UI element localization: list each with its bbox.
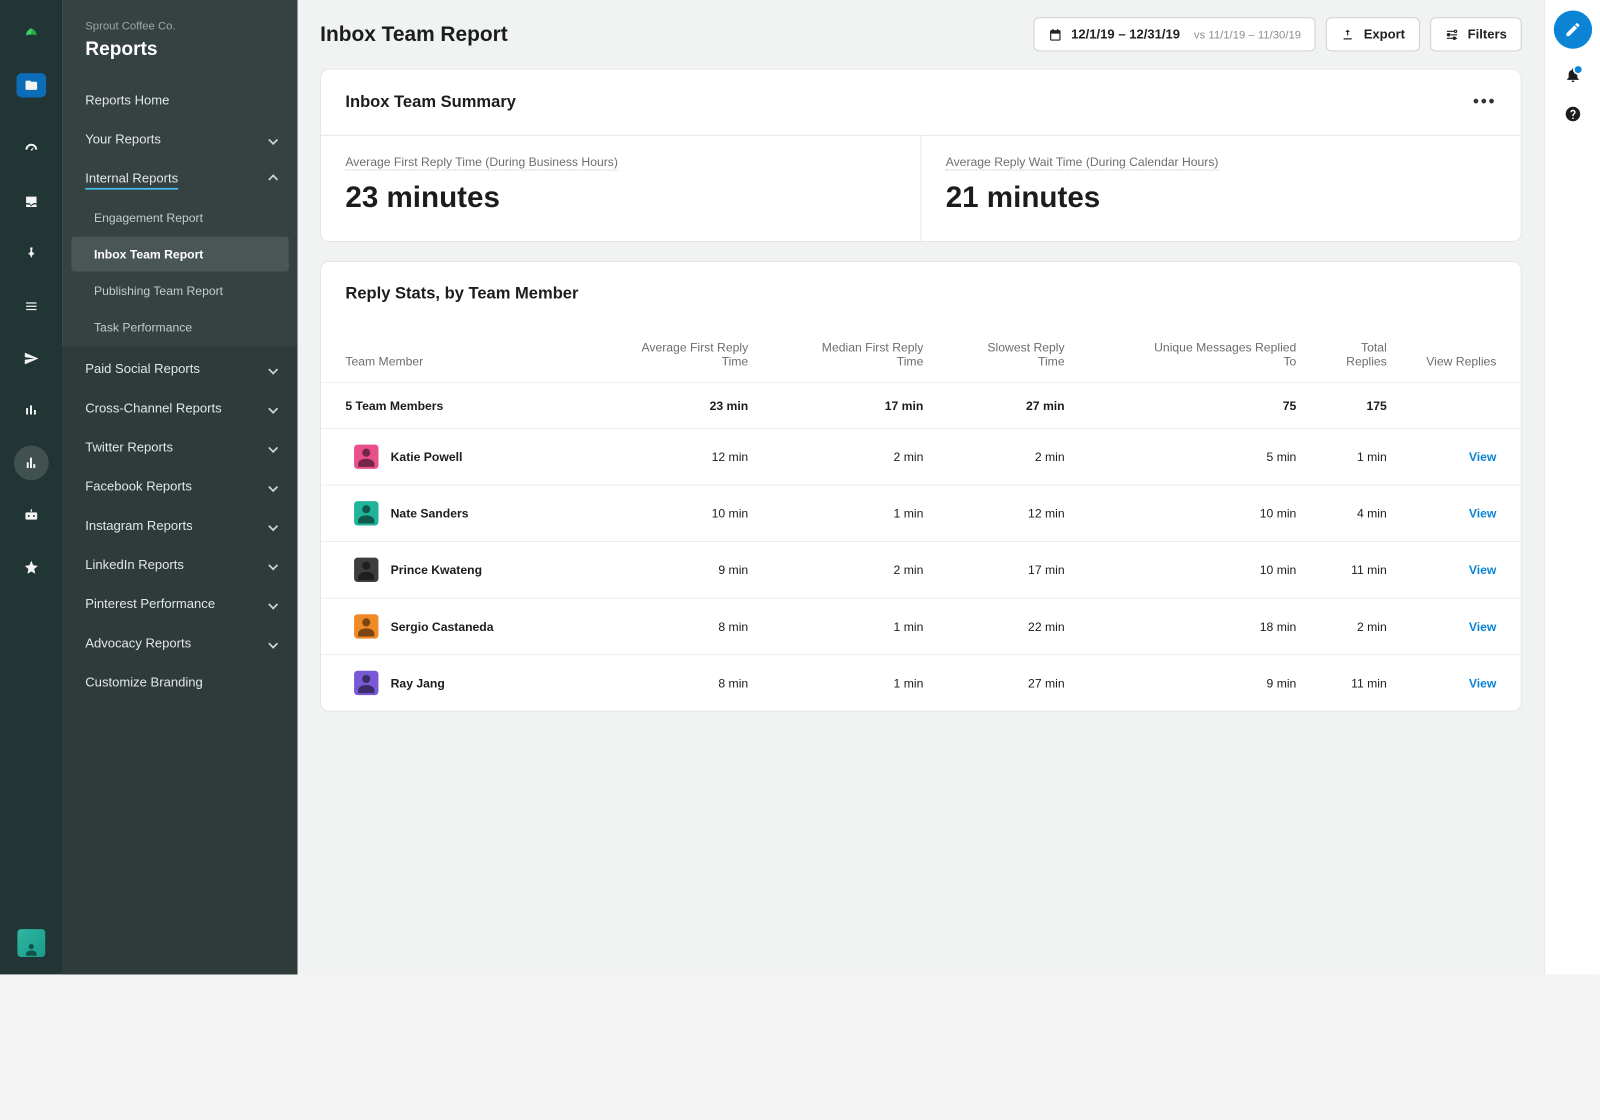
sidebar-item-internal-reports[interactable]: Internal Reports bbox=[63, 159, 298, 198]
chevron-up-icon bbox=[268, 174, 278, 184]
sprout-logo bbox=[16, 19, 47, 50]
chevron-down-icon bbox=[268, 482, 278, 492]
sidebar-item-linkedin-reports[interactable]: LinkedIn Reports bbox=[63, 545, 298, 584]
chevron-down-icon bbox=[268, 638, 278, 648]
column-header: Team Member bbox=[321, 326, 578, 382]
reply-stats-title: Reply Stats, by Team Member bbox=[345, 284, 578, 303]
sidebar-subitem-task-performance[interactable]: Task Performance bbox=[71, 310, 289, 345]
view-replies-link[interactable]: View bbox=[1469, 506, 1497, 520]
table-row: Katie Powell12 min2 min2 min5 min1 minVi… bbox=[321, 428, 1521, 485]
sidebar-item-facebook-reports[interactable]: Facebook Reports bbox=[63, 467, 298, 506]
table-row: Sergio Castaneda8 min1 min22 min18 min2 … bbox=[321, 598, 1521, 655]
chevron-down-icon bbox=[268, 521, 278, 531]
date-range-picker[interactable]: 12/1/19 – 12/31/19 vs 11/1/19 – 11/30/19 bbox=[1034, 17, 1316, 51]
filters-button[interactable]: Filters bbox=[1430, 17, 1521, 51]
summary-title: Inbox Team Summary bbox=[345, 93, 516, 112]
summary-card: Inbox Team Summary ••• Average First Rep… bbox=[320, 69, 1521, 242]
column-header: Unique Messages RepliedTo bbox=[1077, 326, 1309, 382]
sidebar-item-twitter-reports[interactable]: Twitter Reports bbox=[63, 428, 298, 467]
chevron-down-icon bbox=[268, 599, 278, 609]
right-rail bbox=[1544, 0, 1600, 974]
sidebar-item-advocacy-reports[interactable]: Advocacy Reports bbox=[63, 624, 298, 663]
chevron-down-icon bbox=[268, 404, 278, 414]
sidebar-item-your-reports[interactable]: Your Reports bbox=[63, 120, 298, 159]
table-row: Nate Sanders10 min1 min12 min10 min4 min… bbox=[321, 485, 1521, 542]
column-header: Median First ReplyTime bbox=[760, 326, 935, 382]
summary-metric: Average Reply Wait Time (During Calendar… bbox=[920, 136, 1520, 241]
table-row-totals: 5 Team Members23 min17 min27 min75175 bbox=[321, 382, 1521, 428]
card-menu-icon[interactable]: ••• bbox=[1473, 92, 1497, 112]
icon-rail bbox=[0, 0, 63, 974]
sidebar-item-pinterest-performance[interactable]: Pinterest Performance bbox=[63, 585, 298, 624]
user-avatar[interactable] bbox=[17, 929, 45, 957]
pin-icon[interactable] bbox=[14, 237, 49, 272]
reply-stats-card: Reply Stats, by Team Member Team MemberA… bbox=[320, 261, 1521, 712]
chevron-down-icon bbox=[268, 135, 278, 145]
sidebar-subitem-publishing-team-report[interactable]: Publishing Team Report bbox=[71, 273, 289, 308]
column-header: Average First ReplyTime bbox=[578, 326, 760, 382]
reply-stats-table: Team MemberAverage First ReplyTimeMedian… bbox=[321, 326, 1521, 711]
notifications-icon[interactable] bbox=[1564, 66, 1581, 88]
stats-icon[interactable] bbox=[14, 393, 49, 428]
sidebar: Sprout Coffee Co. Reports Reports HomeYo… bbox=[63, 0, 298, 974]
filters-icon bbox=[1445, 27, 1459, 41]
view-replies-link[interactable]: View bbox=[1469, 619, 1497, 633]
compose-button[interactable] bbox=[1553, 10, 1591, 48]
sidebar-subitem-inbox-team-report[interactable]: Inbox Team Report bbox=[71, 237, 289, 272]
sidebar-item-paid-social-reports[interactable]: Paid Social Reports bbox=[63, 350, 298, 389]
column-header: View Replies bbox=[1399, 326, 1521, 382]
star-icon[interactable] bbox=[14, 550, 49, 585]
calendar-icon bbox=[1049, 27, 1063, 41]
avatar bbox=[354, 558, 378, 582]
main-header: Inbox Team Report 12/1/19 – 12/31/19 vs … bbox=[298, 0, 1545, 69]
sidebar-item-instagram-reports[interactable]: Instagram Reports bbox=[63, 506, 298, 545]
summary-metric: Average First Reply Time (During Busines… bbox=[321, 136, 920, 241]
view-replies-link[interactable]: View bbox=[1469, 450, 1497, 464]
avatar bbox=[354, 671, 378, 695]
export-icon bbox=[1341, 27, 1355, 41]
avatar bbox=[354, 614, 378, 638]
view-replies-link[interactable]: View bbox=[1469, 563, 1497, 577]
avatar bbox=[354, 501, 378, 525]
bot-icon[interactable] bbox=[14, 498, 49, 533]
export-button[interactable]: Export bbox=[1326, 17, 1420, 51]
column-header: TotalReplies bbox=[1309, 326, 1399, 382]
reports-icon[interactable] bbox=[14, 445, 49, 480]
sidebar-subitem-engagement-report[interactable]: Engagement Report bbox=[71, 200, 289, 235]
sidebar-item-cross-channel-reports[interactable]: Cross-Channel Reports bbox=[63, 389, 298, 428]
inbox-icon[interactable] bbox=[14, 184, 49, 219]
chevron-down-icon bbox=[268, 560, 278, 570]
date-range-text: 12/1/19 – 12/31/19 bbox=[1071, 27, 1180, 42]
column-header: Slowest ReplyTime bbox=[936, 326, 1077, 382]
send-icon[interactable] bbox=[14, 341, 49, 376]
main: Inbox Team Report 12/1/19 – 12/31/19 vs … bbox=[298, 0, 1545, 974]
compose-icon bbox=[1564, 21, 1581, 38]
list-icon[interactable] bbox=[14, 289, 49, 324]
page-title: Inbox Team Report bbox=[320, 22, 508, 46]
avatar bbox=[354, 445, 378, 469]
help-icon[interactable] bbox=[1564, 105, 1581, 127]
view-replies-link[interactable]: View bbox=[1469, 676, 1497, 690]
table-row: Prince Kwateng9 min2 min17 min10 min11 m… bbox=[321, 542, 1521, 599]
sidebar-item-customize-branding[interactable]: Customize Branding bbox=[63, 663, 298, 702]
folder-icon[interactable] bbox=[17, 73, 47, 97]
section-name: Reports bbox=[85, 37, 275, 60]
dashboard-icon[interactable] bbox=[14, 132, 49, 167]
sidebar-item-reports-home[interactable]: Reports Home bbox=[63, 81, 298, 120]
chevron-down-icon bbox=[268, 364, 278, 374]
table-row: Ray Jang8 min1 min27 min9 min11 minView bbox=[321, 655, 1521, 711]
org-name: Sprout Coffee Co. bbox=[85, 19, 275, 32]
chevron-down-icon bbox=[268, 443, 278, 453]
